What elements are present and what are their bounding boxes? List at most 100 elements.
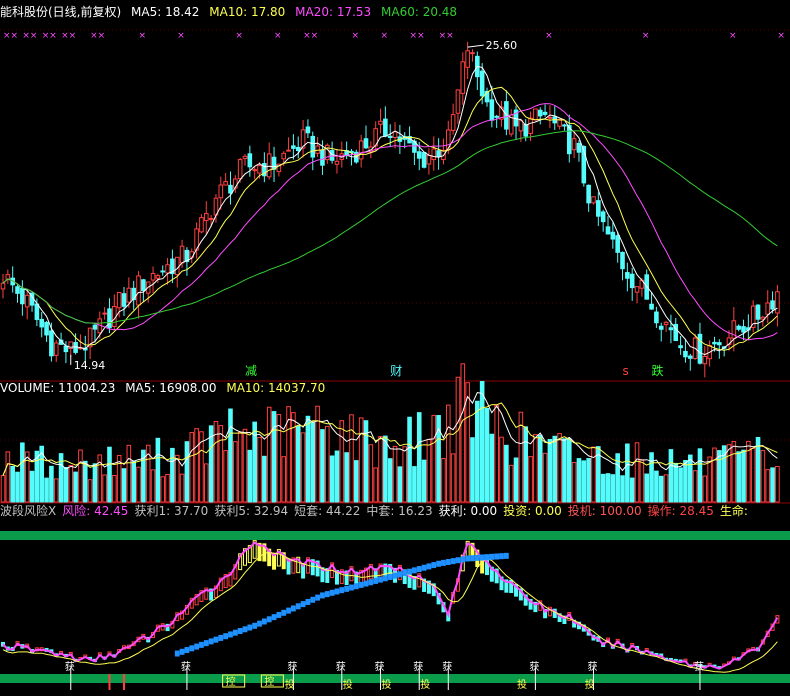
candle-body — [625, 272, 630, 279]
indicator-label-10: 生命: — [720, 503, 748, 518]
candle-body — [605, 226, 611, 235]
volume-bar — [537, 434, 543, 503]
top-x-marker: ×× — [439, 31, 454, 41]
top-x-marker: × — [235, 31, 243, 41]
volume-bar — [233, 441, 238, 503]
volume-bar — [421, 459, 427, 503]
volume-bar — [170, 447, 175, 503]
life-line-segment — [421, 564, 427, 571]
life-line-segment — [465, 555, 471, 562]
life-line-segment — [329, 589, 335, 596]
life-line-segment — [315, 594, 320, 601]
candle-body — [165, 264, 170, 274]
candle-body — [102, 312, 107, 315]
volume-bar — [5, 451, 11, 503]
life-line-segment — [305, 598, 311, 605]
volume-bar — [426, 439, 432, 503]
life-line-segment — [450, 558, 456, 565]
volume-bar — [562, 438, 567, 503]
volume-bar — [368, 444, 374, 503]
signal-cai: 财 — [390, 364, 402, 378]
volume-bar — [228, 408, 233, 503]
life-line-segment — [397, 571, 403, 578]
life-line-segment — [174, 650, 180, 657]
life-line-segment — [247, 624, 253, 631]
life-line-segment — [189, 645, 195, 652]
volume-bar — [717, 450, 722, 503]
volume-bar — [131, 460, 136, 503]
life-line-segment — [392, 572, 398, 579]
life-line-segment — [368, 579, 374, 586]
life-line-segment — [257, 620, 262, 627]
volume-bar — [0, 475, 6, 503]
profit-marker: 获 — [694, 661, 704, 673]
candle-body — [765, 302, 771, 315]
candle-body — [126, 287, 132, 303]
life-line-segment — [382, 575, 388, 582]
life-line-segment — [199, 641, 204, 648]
volume-bar — [736, 451, 741, 503]
candle-body — [426, 155, 432, 165]
life-line-segment — [237, 627, 243, 634]
volume-bar — [484, 407, 490, 503]
candle-body — [566, 124, 572, 155]
life-line-segment — [334, 588, 340, 595]
life-line-segment — [479, 554, 485, 561]
volume-bar — [305, 415, 311, 503]
candle-body — [576, 142, 582, 153]
life-line-segment — [445, 559, 451, 565]
profit-marker: 获 — [65, 661, 75, 673]
signal-s: s — [623, 364, 629, 378]
stock-chart[interactable]: 能科股份(日线,前复权) MA5: 18.42 MA10: 17.80 MA20… — [0, 0, 790, 696]
volume-bar — [107, 446, 112, 503]
candle-body — [387, 135, 393, 138]
volume-bar — [373, 467, 378, 503]
candle-body — [542, 111, 548, 115]
volume-bar — [174, 454, 180, 503]
candle-body — [160, 270, 166, 273]
candle-body — [658, 325, 664, 330]
candle-body — [73, 342, 78, 353]
candle-body — [654, 311, 659, 324]
candle-body — [717, 342, 722, 346]
life-line-segment — [363, 580, 369, 587]
volume-bar — [581, 460, 587, 503]
life-line-segment — [300, 601, 306, 608]
life-line-segment — [470, 555, 475, 562]
volume-bar — [731, 440, 737, 503]
volume-bar — [276, 414, 282, 503]
invest-marker: 投 — [585, 678, 595, 691]
volume-bar — [257, 436, 262, 503]
volume-bar — [625, 443, 630, 503]
volume-bar — [78, 449, 83, 503]
candle-body — [537, 109, 543, 117]
life-line-segment — [494, 553, 500, 560]
volume-bar — [223, 450, 228, 503]
ma5-label: MA5: 18.42 — [131, 5, 199, 19]
candle-body — [736, 325, 741, 330]
volume-bar — [673, 462, 679, 503]
volume-bar — [262, 455, 267, 503]
life-line-segment — [281, 609, 287, 616]
volume-bar — [605, 473, 611, 503]
volume-bar — [218, 425, 224, 503]
candle-body — [174, 256, 180, 276]
volume-bar — [513, 457, 519, 503]
candle-body — [450, 114, 456, 131]
candle-body — [334, 160, 340, 165]
volume-bar — [591, 446, 596, 503]
volume-bar — [92, 463, 98, 503]
candle-body — [392, 131, 398, 138]
volume-bar — [383, 435, 388, 503]
indicator-label-1: 风险: 42.45 — [62, 503, 128, 518]
volume-bar — [755, 436, 761, 503]
life-line-segment — [455, 557, 461, 564]
volume-bar — [600, 473, 606, 503]
volume-bar — [687, 454, 693, 503]
top-x-marker: ×× — [3, 31, 18, 41]
volume-bar — [692, 470, 698, 503]
volume-bar — [499, 436, 504, 503]
indicator-top-band — [0, 531, 790, 540]
invest-marker: 投 — [517, 678, 527, 691]
top-x-marker: ×× — [42, 31, 57, 41]
